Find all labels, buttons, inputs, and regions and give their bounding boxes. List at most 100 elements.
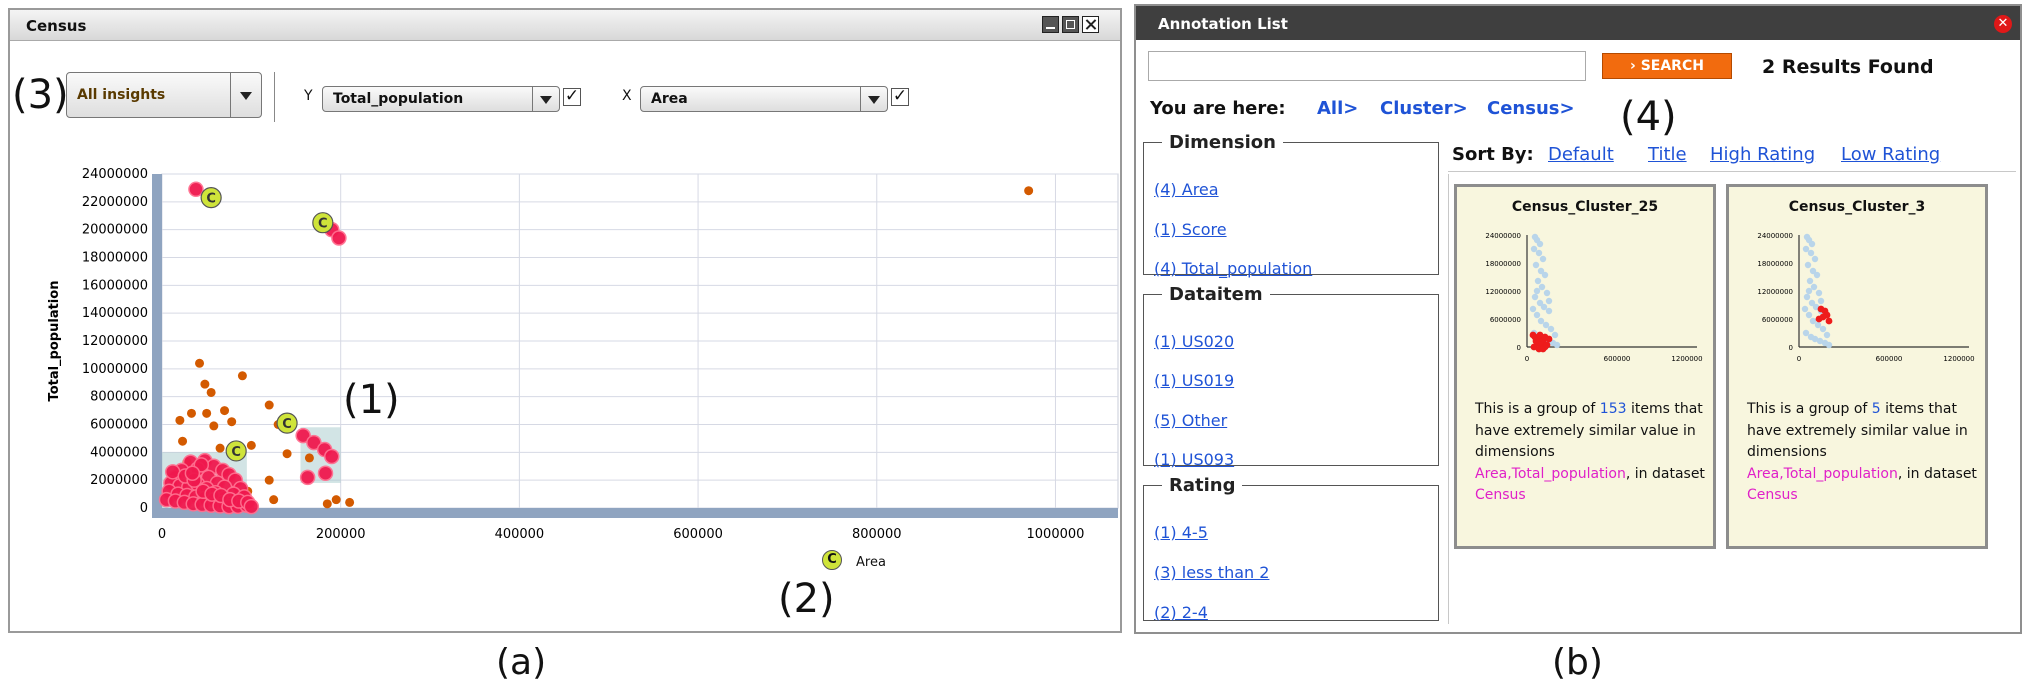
sort-default[interactable]: Default bbox=[1548, 144, 1614, 165]
thumb-point bbox=[1533, 311, 1541, 319]
thumb-point bbox=[1805, 311, 1813, 319]
breadcrumb-all[interactable]: All> bbox=[1317, 98, 1358, 119]
data-point bbox=[264, 400, 274, 410]
thumb-point bbox=[1536, 240, 1544, 248]
y-tick-label: 22000000 bbox=[82, 195, 148, 210]
facet-dataitem-item[interactable]: (1) US093 bbox=[1154, 450, 1234, 469]
search-input[interactable] bbox=[1148, 51, 1586, 81]
thumb-point bbox=[1801, 305, 1809, 313]
data-point bbox=[209, 421, 219, 431]
thumb-x-tick: 600000 bbox=[1604, 355, 1631, 363]
facet-dataitem-item[interactable]: (1) US019 bbox=[1154, 371, 1234, 390]
y-tick-label: 0 bbox=[140, 501, 148, 516]
annotation-glyph-letter: C bbox=[206, 192, 216, 207]
thumb-point bbox=[1815, 289, 1823, 297]
facet-dimension-title: Dimension bbox=[1169, 132, 1276, 153]
card-description: This is a group of 5 items that have ext… bbox=[1747, 401, 1977, 503]
thumb-point bbox=[1805, 287, 1813, 295]
data-point bbox=[264, 475, 274, 485]
thumb-x-tick: 1200000 bbox=[1943, 355, 1974, 363]
annotation-titlebar[interactable]: Annotation List ✕ bbox=[1136, 6, 2020, 40]
caption-a: (a) bbox=[496, 642, 547, 683]
thumb-point bbox=[1807, 249, 1815, 257]
sort-title[interactable]: Title bbox=[1648, 144, 1687, 165]
annotation-glyph-letter: C bbox=[231, 445, 241, 460]
thumb-point bbox=[1542, 321, 1550, 329]
facet-rating-title: Rating bbox=[1169, 475, 1236, 496]
thumb-point bbox=[1819, 325, 1827, 333]
y-tick-label: 24000000 bbox=[82, 167, 148, 182]
facet-rating-item[interactable]: (2) 2-4 bbox=[1154, 603, 1208, 622]
data-point bbox=[175, 415, 185, 425]
facet-dimension-item[interactable]: (4) Area bbox=[1154, 180, 1219, 199]
annotation-card[interactable]: Census_Cluster_25 24000000 18000000 120000… bbox=[1454, 184, 1716, 549]
annotation-glyph-letter: C bbox=[282, 417, 292, 432]
annotation-title: Annotation List bbox=[1158, 15, 1288, 33]
thumb-cluster-point bbox=[1532, 337, 1540, 345]
thumb-point bbox=[1533, 287, 1541, 295]
data-point bbox=[243, 498, 260, 515]
thumb-point bbox=[1530, 245, 1538, 253]
facet-dataitem-title: Dataitem bbox=[1169, 284, 1263, 305]
y-tick-label: 20000000 bbox=[82, 223, 148, 238]
facet-dimension-item[interactable]: (1) Score bbox=[1154, 220, 1227, 239]
y-axis-title: Total_population bbox=[47, 281, 62, 402]
facet-rating: Rating (1) 4-5 (3) less than 2 (2) 2-4 bbox=[1143, 475, 1439, 622]
thumb-cluster-point bbox=[1541, 333, 1549, 341]
thumb-y-tick: 24000000 bbox=[1757, 232, 1793, 240]
thumb-y-tick: 18000000 bbox=[1485, 260, 1521, 268]
thumb-point bbox=[1531, 293, 1539, 301]
thumb-cluster-point bbox=[1543, 341, 1551, 349]
breadcrumb-census[interactable]: Census> bbox=[1487, 98, 1575, 119]
facet-dataitem-item[interactable]: (5) Other bbox=[1154, 411, 1227, 430]
scatter-plot[interactable]: 0200000040000006000000800000010000000120… bbox=[10, 10, 1120, 631]
data-point bbox=[215, 443, 225, 453]
thumb-point bbox=[1537, 317, 1545, 325]
facet-rating-item[interactable]: (1) 4-5 bbox=[1154, 523, 1208, 542]
sort-low-rating[interactable]: Low Rating bbox=[1841, 144, 1940, 165]
data-point bbox=[178, 436, 188, 446]
thumb-point bbox=[1802, 329, 1810, 337]
area-legend-icon[interactable]: C bbox=[822, 550, 842, 570]
thumb-y-tick: 18000000 bbox=[1757, 260, 1793, 268]
thumb-point bbox=[1553, 341, 1561, 349]
x-axis-strip bbox=[162, 508, 1118, 518]
thumb-point bbox=[1551, 331, 1559, 339]
data-point bbox=[269, 495, 279, 505]
marker-1: (1) bbox=[343, 377, 400, 423]
data-point bbox=[331, 495, 341, 505]
breadcrumb-cluster[interactable]: Cluster> bbox=[1380, 98, 1468, 119]
thumb-x-tick: 600000 bbox=[1876, 355, 1903, 363]
data-point bbox=[186, 408, 196, 418]
card-thumbnail-chart: 24000000 18000000 12000000 6000000 00 600000 1… bbox=[1485, 232, 1702, 363]
thumb-y-tick: 12000000 bbox=[1757, 288, 1793, 296]
facet-dimension: Dimension (4) Area (1) Score (4) Total_p… bbox=[1143, 132, 1439, 278]
card-thumbnail-chart: 24000000 18000000 12000000 6000000 00 600000 1… bbox=[1757, 232, 1974, 363]
thumb-point bbox=[1811, 255, 1819, 263]
thumb-y-tick: 12000000 bbox=[1485, 288, 1521, 296]
facet-dataitem-item[interactable]: (1) US020 bbox=[1154, 332, 1234, 351]
sort-high-rating[interactable]: High Rating bbox=[1710, 144, 1815, 165]
data-point bbox=[246, 440, 256, 450]
thumb-point bbox=[1539, 255, 1547, 263]
close-icon[interactable]: ✕ bbox=[1994, 15, 2012, 33]
thumb-point bbox=[1823, 331, 1831, 339]
annotation-card[interactable]: Census_Cluster_3 24000000 18000000 1200000… bbox=[1726, 184, 1988, 549]
thumb-cluster-point bbox=[1529, 331, 1537, 339]
facet-rating-item[interactable]: (3) less than 2 bbox=[1154, 563, 1269, 582]
y-tick-label: 4000000 bbox=[90, 445, 148, 460]
caption-b: (b) bbox=[1552, 642, 1603, 683]
data-point bbox=[331, 230, 347, 246]
search-button[interactable]: › SEARCH bbox=[1602, 53, 1732, 79]
thumb-y-tick: 6000000 bbox=[1490, 316, 1521, 324]
data-point bbox=[195, 358, 205, 368]
y-tick-label: 18000000 bbox=[82, 251, 148, 266]
thumb-x-tick: 1200000 bbox=[1671, 355, 1702, 363]
marker-4: (4) bbox=[1620, 94, 1677, 140]
thumb-cluster-point bbox=[1825, 317, 1833, 325]
facet-dataitem: Dataitem (1) US020 (1) US019 (5) Other (… bbox=[1143, 284, 1439, 469]
thumb-point bbox=[1813, 271, 1821, 279]
data-point bbox=[322, 499, 332, 509]
thumb-point bbox=[1809, 317, 1817, 325]
facet-dimension-item[interactable]: (4) Total_population bbox=[1154, 259, 1312, 278]
